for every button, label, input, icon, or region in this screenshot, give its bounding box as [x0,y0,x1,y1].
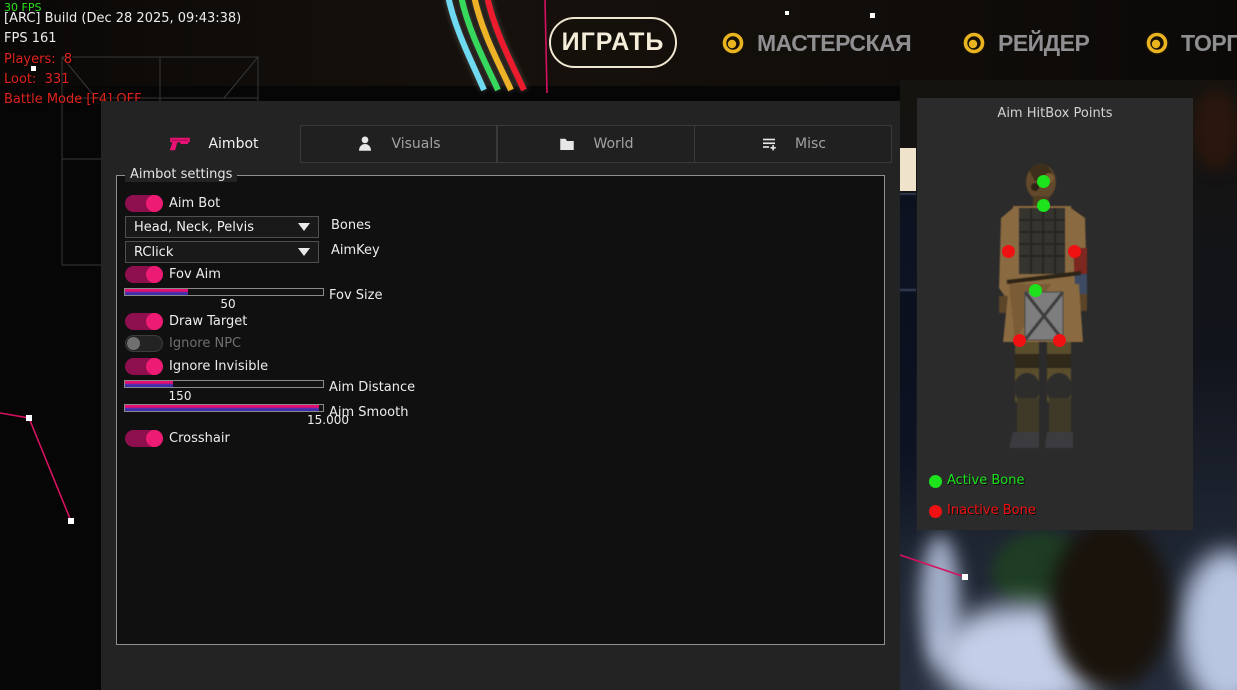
aimkey-dropdown-value: RClick [134,245,173,260]
tab-world[interactable]: World [497,125,695,163]
inactive-bone-legend-dot [929,505,942,518]
bone-dot-pelvis [1029,284,1042,297]
background-cream-block [899,148,916,191]
bones-label: Bones [331,218,371,233]
draw-target-label: Draw Target [169,314,247,329]
fov-aim-toggle[interactable] [125,266,163,283]
game-main-menu: ИГРАТЬ МАСТЕРСКАЯ РЕЙДЕР ТОРГО [0,0,1237,86]
bone-dot-left-shoulder [1002,245,1015,258]
ignore-invisible-label: Ignore Invisible [169,359,268,374]
raider-medal-icon [961,30,987,56]
background-navy-block [899,193,916,553]
aim-smooth-label: Aim Smooth [329,405,408,420]
tab-label: Visuals [391,136,440,152]
background-light-blob [1180,550,1237,690]
inactive-bone-legend-label: Inactive Bone [947,503,1036,518]
workshop-medal-icon [720,30,746,56]
trade-medal-icon [1144,30,1170,56]
nav-item-raider[interactable]: РЕЙДЕР [961,29,1089,57]
sliders-icon [760,135,778,153]
tab-visuals[interactable]: Visuals [300,125,497,163]
bone-dot-right-thigh [1053,334,1066,347]
aim-bot-label: Aim Bot [169,196,220,211]
hitbox-panel: Aim HitBox Points [917,98,1193,530]
fov-size-value: 50 [198,297,258,311]
nav-item-label: ТОРГО [1181,30,1237,57]
nav-item-workshop[interactable]: МАСТЕРСКАЯ [720,29,911,57]
aim-distance-label: Aim Distance [329,380,415,395]
pistol-icon [169,136,191,152]
aim-bot-toggle[interactable] [125,195,163,212]
aimkey-dropdown[interactable]: RClick [125,241,319,263]
tab-label: World [593,136,633,152]
crosshair-label: Crosshair [169,431,230,446]
bones-dropdown[interactable]: Head, Neck, Pelvis [125,216,319,238]
ignore-npc-label: Ignore NPC [169,336,241,351]
background-dark-column [1050,520,1170,690]
nav-item-label: МАСТЕРСКАЯ [757,30,911,57]
bone-dot-neck [1037,199,1050,212]
slider-fill [125,405,319,411]
fov-size-label: Fov Size [329,288,382,303]
tab-misc[interactable]: Misc [694,125,892,163]
draw-target-toggle[interactable] [125,313,163,330]
bone-dot-right-shoulder [1068,245,1081,258]
aim-smooth-slider[interactable] [124,404,324,412]
active-bone-legend-dot [929,475,942,488]
background-brown-blob [1192,90,1237,170]
group-title: Aimbot settings [125,167,237,182]
bones-dropdown-value: Head, Neck, Pelvis [134,220,254,235]
aimkey-label: AimKey [331,243,380,258]
screen: 30 FPS [ARC] Build (Dec 28 2025, 09:43:3… [0,0,1237,690]
aim-distance-value: 150 [150,389,210,403]
tab-label: Misc [795,136,826,152]
folder-icon [558,135,576,153]
slider-fill [125,289,188,295]
active-bone-legend-label: Active Bone [947,473,1024,488]
ignore-invisible-toggle[interactable] [125,358,163,375]
bone-dot-head [1037,175,1050,188]
person-icon [356,135,374,153]
tab-label: Aimbot [208,136,258,152]
crosshair-toggle[interactable] [125,430,163,447]
ignore-npc-toggle[interactable] [125,335,163,352]
bone-dot-left-thigh [1013,334,1026,347]
chevron-down-icon [298,223,310,231]
aim-distance-slider[interactable] [124,380,324,388]
fov-size-slider[interactable] [124,288,324,296]
aimbot-settings-group: Aimbot settings Aim Bot Head, Neck, Pelv… [116,175,885,645]
chevron-down-icon [298,248,310,256]
nav-item-label: РЕЙДЕР [998,30,1089,57]
tab-aimbot[interactable]: Aimbot [129,125,299,163]
hitbox-model-area [917,98,1193,530]
fov-aim-label: Fov Aim [169,267,221,282]
nav-item-trade[interactable]: ТОРГО [1144,29,1237,57]
cheat-menu-panel: Aimbot Visuals World Misc [101,101,900,690]
play-button[interactable]: ИГРАТЬ [549,17,677,68]
slider-fill [125,381,173,387]
